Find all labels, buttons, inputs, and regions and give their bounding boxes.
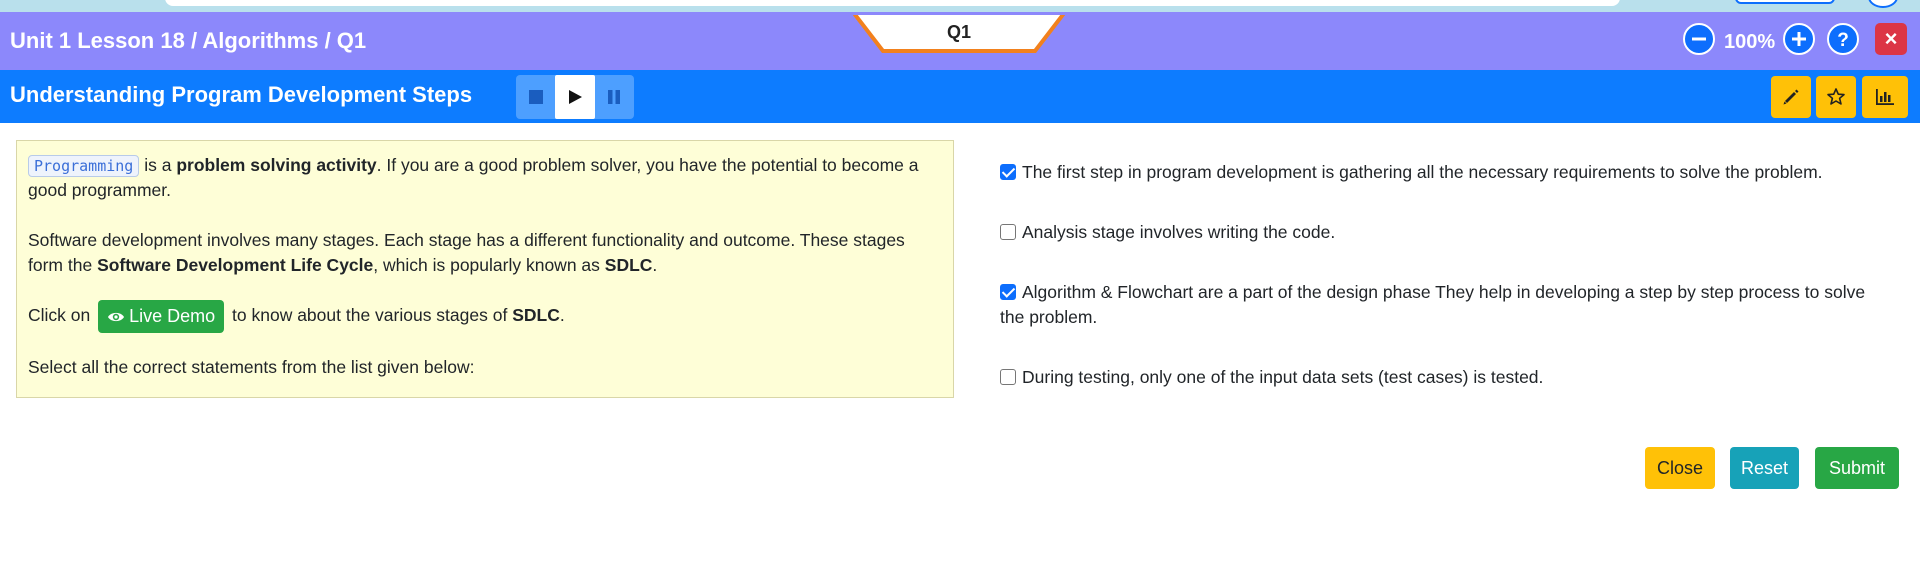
sdlc-text-2: , which is popularly known as — [373, 255, 605, 275]
stats-button[interactable] — [1862, 76, 1908, 118]
help-button[interactable]: ? — [1827, 23, 1859, 55]
question-description: Programming is a problem solving activit… — [16, 140, 954, 398]
play-button[interactable] — [555, 75, 595, 119]
browser-chrome-edge — [0, 0, 1920, 12]
bookmark-button[interactable] — [1816, 76, 1856, 118]
pause-icon — [608, 90, 620, 104]
stop-button[interactable] — [516, 75, 556, 119]
option-1-label: The first step in program development is… — [1022, 162, 1823, 182]
media-controls — [516, 75, 634, 119]
demo-text-1: Click on — [28, 305, 96, 326]
zoom-in-button[interactable] — [1783, 23, 1815, 55]
topic-bar: Understanding Program Development Steps — [0, 70, 1920, 123]
submit-button[interactable]: Submit — [1815, 447, 1899, 489]
close-window-button[interactable]: × — [1875, 23, 1907, 55]
live-demo-button[interactable]: Live Demo — [98, 300, 225, 333]
demo-bold: SDLC — [512, 305, 560, 326]
zoom-level: 100% — [1724, 31, 1776, 53]
option-4-label: During testing, only one of the input da… — [1022, 367, 1544, 387]
star-icon — [1827, 88, 1845, 105]
option-4[interactable]: During testing, only one of the input da… — [1000, 365, 1880, 390]
demo-text-2: to know about the various stages of — [227, 305, 513, 326]
hidden-button-edge — [1735, 0, 1835, 4]
option-3[interactable]: Algorithm & Flowchart are a part of the … — [1000, 280, 1880, 330]
minus-icon — [1692, 37, 1706, 41]
sdlc-bold-2: SDLC — [604, 255, 653, 275]
sdlc-bold-1: Software Development Life Cycle — [97, 255, 374, 275]
question-tab[interactable]: Q1 — [853, 12, 1065, 54]
question-mark-icon: ? — [1837, 30, 1849, 51]
hidden-circle-edge — [1868, 0, 1898, 8]
instruction-text: Select all the correct statements from t… — [28, 357, 475, 377]
sdlc-text-3: . — [652, 255, 658, 275]
lesson-title: Unit 1 Lesson 18 / Algorithms / Q1 — [10, 28, 367, 53]
option-2-label: Analysis stage involves writing the code… — [1022, 222, 1336, 242]
pause-button[interactable] — [594, 75, 634, 119]
option-2-checkbox[interactable] — [1000, 224, 1016, 240]
intro-paragraph: Programming is a problem solving activit… — [28, 153, 942, 203]
close-button[interactable]: Close — [1645, 447, 1715, 489]
plus-icon — [1792, 32, 1806, 46]
stop-icon — [529, 90, 543, 104]
pencil-icon — [1783, 89, 1799, 105]
lesson-title-bar: Unit 1 Lesson 18 / Algorithms / Q1 Q1 10… — [0, 12, 1920, 70]
programming-keyword: Programming — [28, 155, 140, 177]
demo-paragraph: Click on Live Demo to know about the var… — [28, 300, 942, 333]
edit-button[interactable] — [1771, 76, 1811, 118]
question-tab-label: Q1 — [946, 22, 971, 42]
close-icon: × — [1884, 26, 1898, 51]
option-4-checkbox[interactable] — [1000, 369, 1016, 385]
topic-title: Understanding Program Development Steps — [10, 82, 473, 107]
intro-bold: problem solving activity — [176, 155, 377, 175]
live-demo-label: Live Demo — [129, 306, 216, 326]
option-1-checkbox[interactable] — [1000, 164, 1016, 180]
address-bar-edge — [165, 0, 1620, 6]
sdlc-paragraph: Software development involves many stage… — [28, 228, 942, 278]
option-2[interactable]: Analysis stage involves writing the code… — [1000, 220, 1880, 245]
option-1[interactable]: The first step in program development is… — [1000, 160, 1880, 185]
demo-text-3: . — [559, 305, 565, 326]
eye-icon — [108, 312, 125, 322]
bar-chart-icon — [1876, 89, 1894, 105]
intro-text-1: is a — [139, 155, 177, 175]
play-icon — [569, 90, 582, 104]
option-3-checkbox[interactable] — [1000, 284, 1016, 300]
zoom-out-button[interactable] — [1683, 23, 1715, 55]
option-3-label: Algorithm & Flowchart are a part of the … — [1000, 282, 1866, 327]
reset-button[interactable]: Reset — [1730, 447, 1799, 489]
